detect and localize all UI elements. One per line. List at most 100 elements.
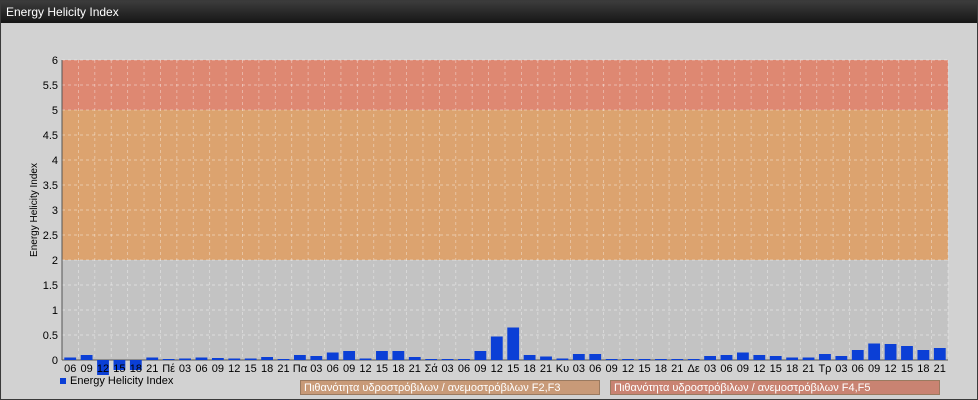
x-tick-label: 18	[917, 363, 929, 375]
x-tick-label: 09	[212, 363, 224, 375]
x-tick-label: 03	[179, 363, 191, 375]
x-tick-label: 09	[343, 363, 355, 375]
bar	[605, 359, 618, 360]
bar	[802, 357, 815, 360]
x-tick-label: 15	[901, 363, 913, 375]
bar	[654, 359, 667, 360]
x-tick-label: 03	[310, 363, 322, 375]
x-tick-label: 18	[523, 363, 535, 375]
bar	[408, 357, 421, 360]
x-tick-label: 09	[474, 363, 486, 375]
bar	[326, 352, 339, 360]
y-tick-label: 0	[52, 355, 58, 367]
x-tick-label: 15	[113, 363, 125, 375]
x-tick-label: 21	[934, 363, 946, 375]
bar	[458, 359, 470, 360]
bar	[638, 359, 651, 360]
bar	[687, 359, 700, 360]
bar	[474, 351, 487, 360]
y-axis-label: Energy Helicity Index	[29, 163, 40, 257]
y-tick-label: 3.5	[43, 180, 58, 192]
x-tick-label: 18	[655, 363, 667, 375]
x-tick-label: 15	[507, 363, 519, 375]
bar	[211, 358, 224, 360]
x-tick-label: 12	[491, 363, 503, 375]
bar	[868, 343, 881, 360]
x-tick-label: Σά	[425, 363, 439, 375]
bar	[195, 357, 208, 360]
bar	[917, 350, 930, 360]
x-tick-label: 18	[786, 363, 798, 375]
x-tick-label: 03	[835, 363, 847, 375]
bar	[310, 356, 323, 360]
x-tick-label: 03	[704, 363, 716, 375]
bar	[753, 355, 766, 360]
x-tick-label: 15	[770, 363, 782, 375]
band-label-f4f5: Πιθανότητα υδροστρόβιλων / ανεμοστρόβιλω…	[610, 380, 940, 395]
y-tick-label: 1.5	[43, 280, 58, 292]
x-tick-label: 21	[277, 363, 289, 375]
bar	[392, 351, 405, 360]
x-tick-label: 12	[622, 363, 634, 375]
bar	[589, 354, 602, 360]
x-tick-label: 21	[802, 363, 814, 375]
bar	[507, 327, 520, 360]
bar	[425, 359, 438, 360]
legend-label: Energy Helicity Index	[70, 375, 174, 387]
bar	[179, 358, 191, 360]
y-tick-label: 0.5	[43, 330, 58, 342]
x-tick-label: 21	[146, 363, 158, 375]
x-tick-label: 09	[80, 363, 92, 375]
y-tick-label: 2	[52, 255, 58, 267]
y-tick-label: 6	[52, 55, 58, 67]
x-tick-label: 15	[376, 363, 388, 375]
x-tick-label: 15	[638, 363, 650, 375]
bar	[261, 357, 273, 360]
bar	[901, 346, 913, 360]
bar	[162, 359, 175, 360]
bar	[671, 359, 684, 360]
x-tick-label: 03	[441, 363, 453, 375]
bar	[933, 348, 946, 360]
bar	[441, 359, 454, 360]
bar	[540, 356, 552, 360]
x-tick-label: 06	[852, 363, 864, 375]
bar	[769, 356, 782, 360]
x-tick-label: Πέ	[162, 363, 175, 375]
y-tick-label: 3	[52, 205, 58, 217]
y-tick-label: 4	[52, 155, 58, 167]
x-tick-label: 21	[409, 363, 421, 375]
x-tick-label: 06	[720, 363, 732, 375]
bar	[835, 356, 848, 360]
y-tick-label: 2.5	[43, 230, 58, 242]
bar	[294, 355, 306, 360]
bar	[228, 358, 241, 360]
x-tick-label: 06	[64, 363, 76, 375]
bar	[277, 359, 290, 360]
x-tick-label: Τρ	[818, 363, 831, 375]
x-tick-label: Δε	[688, 363, 700, 375]
ehi-chart: 0 0.5 1 1.5 2 2.5 3 3.5 4 4.5 5 5.5 6 06 09 12 15 18 21 Πέ 0…	[29, 55, 949, 375]
x-tick-label: Κυ	[556, 363, 569, 375]
bar	[376, 351, 388, 360]
bar	[704, 356, 716, 360]
x-tick-label: 18	[392, 363, 404, 375]
band-label-f2f3: Πιθανότητα υδροστρόβιλων / ανεμοστρόβιλω…	[300, 380, 600, 395]
bar	[572, 354, 585, 360]
x-tick-label: 06	[458, 363, 470, 375]
x-tick-label: 12	[97, 363, 109, 375]
x-tick-label: 21	[671, 363, 683, 375]
legend: Energy Helicity Index	[60, 375, 173, 387]
bar	[146, 357, 159, 360]
y-tick-label: 4.5	[43, 130, 58, 142]
x-tick-label: 06	[589, 363, 601, 375]
x-tick-label: 06	[195, 363, 207, 375]
x-tick-label: 18	[261, 363, 273, 375]
bar	[851, 350, 864, 360]
x-tick-label: 09	[868, 363, 880, 375]
bar	[343, 351, 356, 360]
x-tick-label: 09	[606, 363, 618, 375]
bar	[884, 344, 897, 360]
x-tick-label: 12	[359, 363, 371, 375]
y-tick-label: 1	[52, 305, 58, 317]
